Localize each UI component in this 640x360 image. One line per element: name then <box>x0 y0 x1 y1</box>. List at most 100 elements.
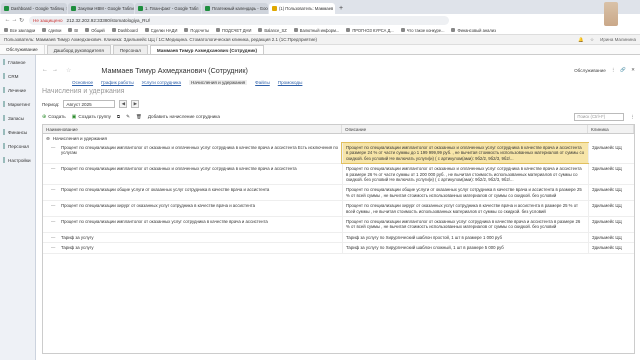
bookmark-item[interactable]: Подсчеты <box>184 28 209 33</box>
sidebar-item[interactable]: Настройки <box>0 153 35 167</box>
browser-tab[interactable]: Закупки НВМ - Google Таблиц× <box>68 3 134 14</box>
star-icon[interactable]: ☆ <box>590 37 594 43</box>
security-warning[interactable]: Не защищено <box>33 18 63 23</box>
bookmark-item[interactable]: сделки <box>42 28 61 33</box>
url-field[interactable]: Не защищено 212.32.202.92:33380/stomatol… <box>29 15 449 25</box>
folder-plus-icon: ▣ <box>71 113 77 120</box>
bookmark-item[interactable]: Dashboard <box>111 28 138 33</box>
bookmark-item[interactable]: Финансовый анализ <box>451 28 496 33</box>
bookmark-label: Валютный информ... <box>299 27 340 33</box>
bookmark-item[interactable]: Валютный информ... <box>293 27 340 33</box>
bookmark-item[interactable]: BI <box>68 28 78 33</box>
back-arrow-icon[interactable]: ← <box>42 67 48 73</box>
section-tab[interactable]: Дашборд руководителя <box>46 45 111 54</box>
sidebar-item[interactable]: Финансы <box>0 125 35 139</box>
bookmark-icon <box>68 28 73 32</box>
table-row[interactable]: Процент по специализации имплантолог от … <box>43 141 634 165</box>
close-tab-icon[interactable]: × <box>333 6 335 11</box>
bookmark-label: Balance_SZ <box>264 27 287 33</box>
browser-tab[interactable]: (1) Пользователь: Маммаев × <box>269 3 335 14</box>
sidebar-item-label: Персонал <box>8 143 30 149</box>
add-accrual-button[interactable]: Добавить начисление сотрудника <box>148 114 220 119</box>
reload-icon[interactable]: ↻ <box>18 17 25 24</box>
cell-clinic: Здильмейс ЦЦ <box>588 143 634 164</box>
sidebar-marker <box>3 129 5 135</box>
bookmark-item[interactable]: ПРОГНОЗ КУРСА Д... <box>346 27 394 33</box>
bookmark-item[interactable]: Сделки НАДИ <box>144 28 177 33</box>
table-row[interactable]: Тариф за услугуТариф за услугу по Хирург… <box>43 243 634 254</box>
delete-button[interactable]: 🗑 <box>136 114 142 120</box>
table-row[interactable]: Процент по специализации имплантолог от … <box>43 164 634 186</box>
sidebar-item[interactable]: CRM <box>0 69 35 83</box>
cell-description: Процент по специализации хирург от оказа… <box>342 201 588 217</box>
bookmark-item[interactable]: ПОДСЧЕТ ДНИ <box>216 28 251 33</box>
form-link[interactable]: Файлы <box>255 80 270 85</box>
close-tab-icon[interactable]: × <box>64 6 67 11</box>
form-link[interactable]: Начисления и удержания <box>189 80 248 85</box>
table-row[interactable]: Процент по специализации имплантолог от … <box>43 217 634 233</box>
plus-icon: ⊕ <box>42 113 47 120</box>
copy-button[interactable]: ⧉ <box>117 114 120 119</box>
bell-icon[interactable]: 🔔 <box>578 37 584 43</box>
create-button[interactable]: ⊕ Создать <box>42 114 66 120</box>
column-header-clinic[interactable]: Клиника <box>588 125 634 133</box>
new-tab-button[interactable]: + <box>339 3 343 14</box>
form-link[interactable]: Промокоды <box>278 80 303 85</box>
sidebar-item[interactable]: Запасы <box>0 111 35 125</box>
sidebar-item[interactable]: Лечение <box>0 83 35 97</box>
form-link[interactable]: Основное <box>72 80 93 85</box>
more-menu-icon[interactable]: ⋮ <box>611 67 616 73</box>
bookmark-label: ПРОГНОЗ КУРСА Д... <box>352 27 394 33</box>
cell-description: Тариф за услугу по Хирургический шаблон … <box>342 232 588 243</box>
browser-tab[interactable]: Платежный календарь - Googl× <box>202 3 268 14</box>
browser-tab[interactable]: Dashboard - Google Таблиц× <box>1 3 67 14</box>
period-next-button[interactable]: ▶ <box>131 100 140 108</box>
sidebar-marker <box>3 157 5 163</box>
link-icon[interactable]: 🔗 <box>620 67 626 73</box>
copy-icon: ⧉ <box>116 114 121 119</box>
bookmark-item[interactable]: Что такое конкуре... <box>400 28 444 33</box>
home-button[interactable]: Обслуживание <box>0 45 45 54</box>
more-button[interactable]: ⋮ <box>630 114 635 120</box>
sidebar-marker <box>3 143 5 149</box>
form-link[interactable]: Услуги сотрудника <box>142 80 181 85</box>
sidebar-item[interactable]: Маркетинг <box>0 97 35 111</box>
forward-icon[interactable]: → <box>11 17 18 23</box>
bookmark-item[interactable]: Общий <box>85 28 105 33</box>
create-group-button[interactable]: ▣ Создать группу <box>72 114 111 120</box>
search-input[interactable]: Поиск (Ctrl+F) <box>574 112 625 121</box>
bookmark-item[interactable]: Balance_SZ <box>258 27 287 33</box>
service-button[interactable]: Обслуживание <box>574 68 606 73</box>
collapse-icon[interactable]: ⊖ <box>46 136 50 142</box>
bookmark-icon <box>184 28 189 32</box>
bookmark-item[interactable]: Все закладки <box>4 28 35 33</box>
table-row[interactable]: Тариф за услугуТариф за услугу по Хирург… <box>43 232 634 244</box>
edit-button[interactable]: ✎ <box>126 114 130 120</box>
table-row[interactable]: Процент по специализации общие услуги от… <box>43 185 634 202</box>
forward-arrow-icon[interactable]: → <box>52 67 58 73</box>
back-icon[interactable]: ← <box>4 17 11 23</box>
form-link[interactable]: График работы <box>101 80 134 85</box>
accruals-table: Наименование Описание Клиника ⊖ Начислен… <box>42 124 635 354</box>
address-bar: ← → ↻ Не защищено 212.32.202.92:33380/st… <box>0 14 640 26</box>
sidebar-item[interactable]: Главное <box>0 55 35 69</box>
section-tab[interactable]: Маммаев Тимур Ахмедханович (Сотрудник) <box>149 45 264 54</box>
user-name[interactable]: Ирина Малинина <box>600 37 636 43</box>
column-header-name[interactable]: Наименование <box>43 125 342 133</box>
sidebar-item[interactable]: Персонал <box>0 139 35 153</box>
favorite-star-icon[interactable]: ☆ <box>66 67 71 74</box>
close-icon[interactable]: ✕ <box>631 67 635 73</box>
table-row[interactable]: Процент по специализации хирург от оказа… <box>43 201 634 218</box>
sidebar-item-label: Настройки <box>8 157 31 163</box>
pencil-icon: ✎ <box>126 113 131 119</box>
sidebar-marker <box>3 73 5 79</box>
group-row[interactable]: ⊖ Начисления и удержания <box>43 134 634 143</box>
browser-tab[interactable]: 1. План-факт - Google Табл× <box>135 3 201 14</box>
period-prev-button[interactable]: ◀ <box>119 100 128 108</box>
period-input[interactable]: Август 2025 <box>63 100 116 108</box>
tab-label: (1) Пользователь: Маммаев <box>279 6 334 11</box>
section-tab[interactable]: Персонал <box>112 45 148 54</box>
close-tab-icon[interactable]: × <box>198 6 201 11</box>
column-header-description[interactable]: Описание <box>342 125 588 133</box>
create-group-label: Создать группу <box>78 114 111 119</box>
